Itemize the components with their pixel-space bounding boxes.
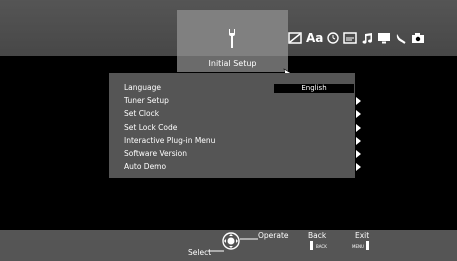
menu-item-label: Interactive Plug-in Menu — [124, 135, 216, 145]
menu-item-auto-demo[interactable]: Auto Demo — [124, 161, 361, 173]
select-connector-line — [208, 250, 224, 252]
satellite-dish-icon[interactable] — [395, 32, 407, 44]
menu-item-set-clock[interactable]: Set Clock — [124, 108, 361, 120]
menu-item-software-version[interactable]: Software Version — [124, 148, 361, 160]
chevron-right-icon — [356, 136, 361, 145]
clock-icon[interactable] — [327, 32, 340, 44]
music-note-icon[interactable] — [361, 32, 373, 44]
text-aa-icon[interactable]: Aa — [306, 31, 323, 45]
panel-label: Initial Setup — [177, 56, 288, 72]
menu-item-label: Set Clock — [124, 109, 160, 119]
operate-connector-line — [240, 238, 258, 240]
category-icons: Aa — [288, 27, 425, 49]
monitor-icon[interactable] — [377, 32, 391, 44]
menu-item-label: Tuner Setup — [124, 96, 169, 106]
menu-item-tuner-setup[interactable]: Tuner Setup — [124, 95, 361, 107]
back-label: Back — [308, 231, 327, 240]
picture-off-icon[interactable] — [288, 32, 302, 44]
exit-key-text: MENU — [352, 244, 364, 249]
menu-item-label: Software Version — [124, 149, 188, 158]
menu-item-label: Auto Demo — [124, 162, 167, 172]
chevron-right-icon — [356, 97, 361, 106]
back-key-icon — [310, 241, 313, 250]
chevron-right-icon — [356, 123, 361, 132]
caption-icon[interactable] — [343, 32, 358, 44]
exit-key-icon — [366, 241, 369, 250]
wrench-icon — [229, 29, 235, 48]
initial-setup-menu: Language English Tuner Setup Set Clock Set L… — [109, 73, 361, 178]
chevron-right-icon — [356, 163, 361, 172]
back-key-text: BACK — [316, 244, 327, 249]
menu-item-label: Set Lock Code — [124, 122, 178, 132]
menu-item-label: Language — [124, 83, 162, 92]
dpad-icon — [222, 232, 240, 250]
chevron-right-icon — [356, 110, 361, 119]
camera-icon[interactable] — [411, 32, 425, 44]
menu-item-value[interactable]: English — [274, 84, 354, 93]
exit-label: Exit — [355, 231, 370, 240]
operate-label: Operate — [258, 231, 289, 240]
menu-item-set-lock-code[interactable]: Set Lock Code — [124, 122, 361, 134]
chevron-right-icon — [356, 150, 361, 158]
menu-item-interactive-plug-in-menu[interactable]: Interactive Plug-in Menu — [124, 135, 361, 147]
menu-item-language[interactable]: Language English — [124, 82, 354, 94]
